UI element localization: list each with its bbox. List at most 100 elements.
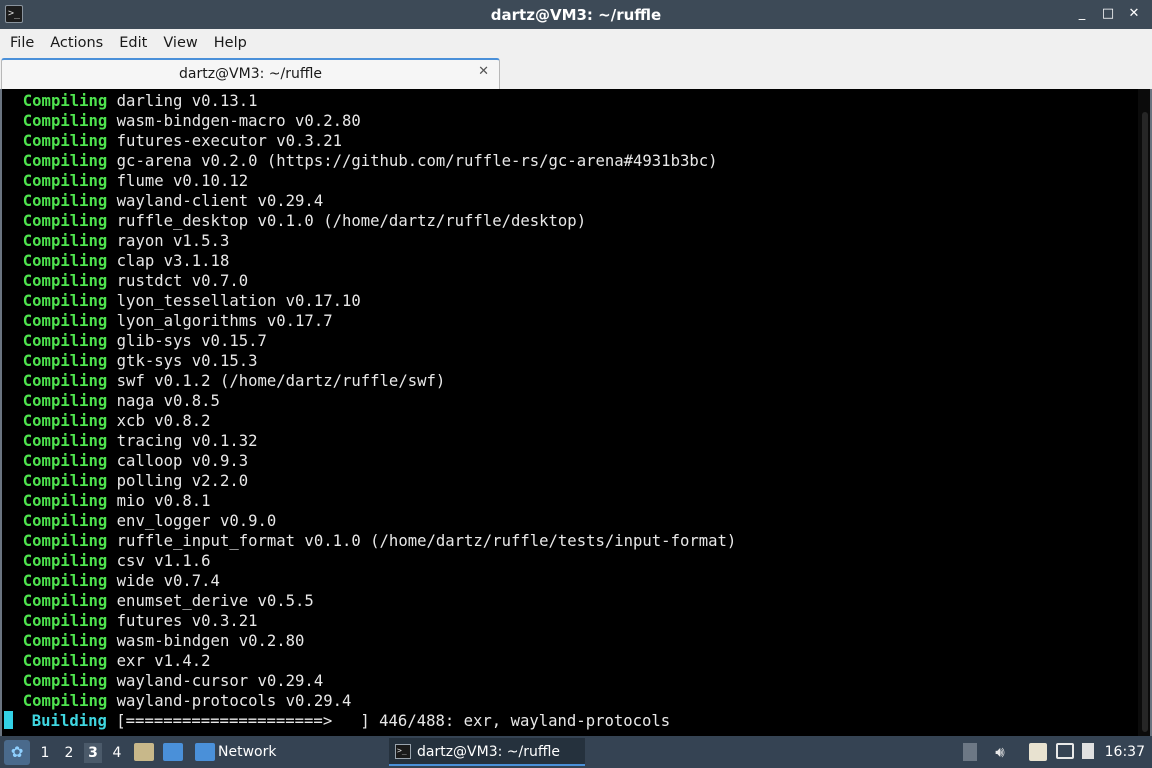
tab-close-icon[interactable]: ✕ (478, 64, 489, 79)
crate-name: xcb v0.8.2 (107, 412, 211, 430)
menu-actions[interactable]: Actions (42, 29, 111, 57)
scrollbar-thumb[interactable] (1142, 112, 1148, 732)
crate-name: lyon_tessellation v0.17.10 (107, 292, 361, 310)
terminal-cursor (4, 711, 13, 729)
minimize-icon[interactable]: _ (1072, 4, 1092, 24)
compile-verb: Compiling (22, 492, 108, 510)
crate-name: futures v0.3.21 (107, 612, 258, 630)
menu-view[interactable]: View (155, 29, 205, 57)
terminal-line: Compiling darling v0.13.1 (4, 91, 1136, 111)
crate-name: wide v0.7.4 (107, 572, 220, 590)
terminal-line: Compiling rayon v1.5.3 (4, 231, 1136, 251)
network-icon[interactable] (1056, 743, 1074, 759)
terminal-line: Compiling enumset_derive v0.5.5 (4, 591, 1136, 611)
crate-name: ruffle_desktop v0.1.0 (/home/dartz/ruffl… (107, 212, 587, 230)
terminal-line: Compiling flume v0.10.12 (4, 171, 1136, 191)
terminal-scrollbar[interactable] (1138, 89, 1150, 736)
compile-verb: Compiling (22, 352, 108, 370)
compile-verb: Compiling (22, 92, 108, 110)
menu-edit[interactable]: Edit (111, 29, 155, 57)
update-notifier-icon[interactable] (1082, 743, 1094, 759)
terminal-line: Compiling lyon_algorithms v0.17.7 (4, 311, 1136, 331)
terminal-line: Compiling mio v0.8.1 (4, 491, 1136, 511)
workspace-2[interactable]: 2 (60, 743, 78, 763)
compile-verb: Compiling (22, 252, 108, 270)
terminal-line: Compiling wide v0.7.4 (4, 571, 1136, 591)
crate-name: env_logger v0.9.0 (107, 512, 277, 530)
crate-name: rayon v1.5.3 (107, 232, 230, 250)
terminal-line: Compiling ruffle_desktop v0.1.0 (/home/d… (4, 211, 1136, 231)
compile-verb: Compiling (22, 512, 108, 530)
terminal-line: Compiling futures-executor v0.3.21 (4, 131, 1136, 151)
crate-name: naga v0.8.5 (107, 392, 220, 410)
start-menu-icon[interactable]: ✿ (4, 740, 30, 765)
crate-name: gtk-sys v0.15.3 (107, 352, 258, 370)
file-manager-icon[interactable] (134, 743, 154, 761)
compile-verb: Compiling (22, 632, 108, 650)
workspace-1[interactable]: 1 (36, 743, 54, 763)
crate-name: calloop v0.9.3 (107, 452, 249, 470)
crate-name: ruffle_input_format v0.1.0 (/home/dartz/… (107, 532, 737, 550)
terminal-line: Compiling csv v1.1.6 (4, 551, 1136, 571)
taskbar-task-terminal[interactable]: >_ dartz@VM3: ~/ruffle (389, 738, 585, 766)
compile-verb: Compiling (22, 592, 108, 610)
window-title: dartz@VM3: ~/ruffle (490, 6, 662, 24)
terminal-line: Compiling xcb v0.8.2 (4, 411, 1136, 431)
compile-verb: Compiling (22, 652, 108, 670)
terminal-line: Compiling lyon_tessellation v0.17.10 (4, 291, 1136, 311)
maximize-icon[interactable]: □ (1098, 4, 1118, 24)
workspace-3[interactable]: 3 (84, 743, 102, 763)
compile-verb: Compiling (22, 692, 108, 710)
crate-name: flume v0.10.12 (107, 172, 249, 190)
show-desktop-icon[interactable] (163, 743, 183, 761)
compile-verb: Compiling (22, 612, 108, 630)
crate-name: mio v0.8.1 (107, 492, 211, 510)
close-icon[interactable]: ✕ (1124, 4, 1144, 24)
terminal-line: Compiling futures v0.3.21 (4, 611, 1136, 631)
crate-name: darling v0.13.1 (107, 92, 258, 110)
compile-verb: Compiling (22, 472, 108, 490)
compile-verb: Compiling (22, 572, 108, 590)
volume-icon[interactable]: 🔊︎ (990, 743, 1010, 761)
terminal-line: Compiling wayland-protocols v0.29.4 (4, 691, 1136, 711)
compile-verb: Compiling (22, 552, 108, 570)
compile-verb: Compiling (22, 292, 108, 310)
compile-verb: Compiling (22, 452, 108, 470)
compile-verb: Compiling (22, 192, 108, 210)
compile-verb: Compiling (22, 172, 108, 190)
task-label: dartz@VM3: ~/ruffle (417, 744, 561, 760)
clipboard-icon[interactable] (1029, 743, 1047, 761)
compile-verb: Compiling (22, 532, 108, 550)
compile-verb: Compiling (22, 432, 108, 450)
terminal-line: Compiling rustdct v0.7.0 (4, 271, 1136, 291)
terminal-line: Compiling wayland-client v0.29.4 (4, 191, 1136, 211)
menu-help[interactable]: Help (206, 29, 255, 57)
terminal-line: Compiling exr v1.4.2 (4, 651, 1136, 671)
eject-icon[interactable] (963, 743, 977, 761)
crate-name: tracing v0.1.32 (107, 432, 258, 450)
crate-name: lyon_algorithms v0.17.7 (107, 312, 333, 330)
clock[interactable]: 16:37 (1105, 744, 1145, 760)
terminal-view[interactable]: Compiling darling v0.13.1 Compiling wasm… (0, 89, 1152, 736)
compile-verb: Compiling (22, 272, 108, 290)
crate-name: rustdct v0.7.0 (107, 272, 249, 290)
compile-verb: Compiling (22, 232, 108, 250)
terminal-line: Compiling naga v0.8.5 (4, 391, 1136, 411)
menu-file[interactable]: File (2, 29, 42, 57)
workspace-4[interactable]: 4 (108, 743, 126, 763)
compile-verb: Compiling (22, 332, 108, 350)
crate-name: csv v1.1.6 (107, 552, 211, 570)
terminal-task-icon: >_ (395, 744, 411, 759)
terminal-line: Compiling swf v0.1.2 (/home/dartz/ruffle… (4, 371, 1136, 391)
tab-label: dartz@VM3: ~/ruffle (178, 66, 322, 82)
window-titlebar[interactable]: >_ dartz@VM3: ~/ruffle _ □ ✕ (0, 0, 1152, 29)
building-verb: Building (31, 712, 107, 730)
build-status-line: Building [=====================> ] 446/4… (4, 711, 1136, 731)
network-folder-icon[interactable] (195, 743, 215, 761)
crate-name: enumset_derive v0.5.5 (107, 592, 314, 610)
terminal-line: Compiling wayland-cursor v0.29.4 (4, 671, 1136, 691)
terminal-line: Compiling gc-arena v0.2.0 (https://githu… (4, 151, 1136, 171)
tab-terminal[interactable]: dartz@VM3: ~/ruffle ✕ (1, 58, 500, 89)
crate-name: wasm-bindgen v0.2.80 (107, 632, 305, 650)
network-folder-label[interactable]: Network (218, 744, 276, 760)
